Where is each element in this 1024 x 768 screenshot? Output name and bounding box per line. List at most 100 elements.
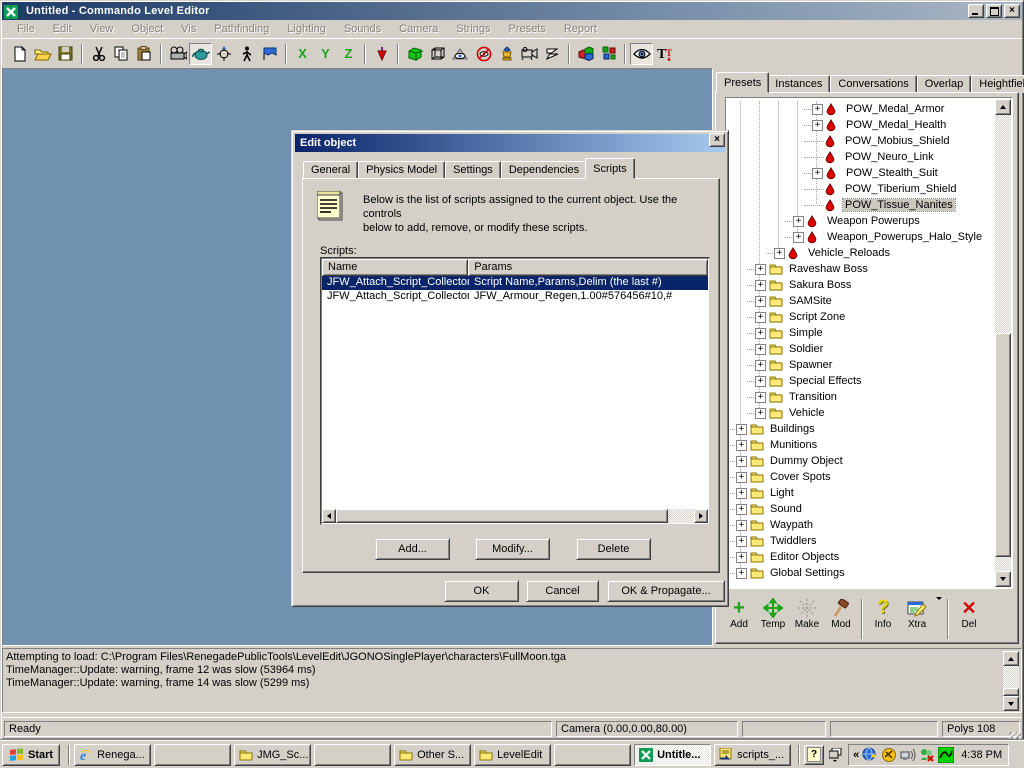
tree-item-light[interactable]: +Light <box>727 485 995 501</box>
tree-item-label[interactable]: Global Settings <box>768 567 847 579</box>
menu-vis[interactable]: Vis <box>172 21 205 37</box>
cancel-button[interactable]: Cancel <box>526 580 599 602</box>
tree-scroll-track[interactable] <box>995 115 1011 333</box>
log-scroll-down[interactable] <box>1003 696 1019 711</box>
tree-item-vehicle[interactable]: +Vehicle <box>727 405 995 421</box>
menu-edit[interactable]: Edit <box>44 21 81 37</box>
tree-item-label[interactable]: POW_Tiberium_Shield <box>843 183 958 195</box>
toolbar-polygon-button[interactable] <box>541 43 564 65</box>
minimize-button[interactable] <box>968 4 984 18</box>
tree-item-script-zone[interactable]: +Script Zone <box>727 309 995 325</box>
messenger-offline-icon[interactable] <box>919 747 935 763</box>
dialog-tab-settings[interactable]: Settings <box>445 161 501 179</box>
expand-toggle[interactable]: + <box>736 440 747 451</box>
expand-toggle[interactable]: + <box>812 120 823 131</box>
column-header-name[interactable]: Name <box>322 259 468 276</box>
toolbar-open-button[interactable] <box>31 43 54 65</box>
toolbar-save-button[interactable] <box>54 43 77 65</box>
toolbar-paste-button[interactable] <box>133 43 156 65</box>
tree-item-label[interactable]: Editor Objects <box>768 551 841 563</box>
tree-item-weapon-powerups-halo-style[interactable]: + Weapon_Powerups_Halo_Style <box>727 229 995 245</box>
preset-tree[interactable]: +POW_Medal_Armor + POW_Medal_Health POW_Mob… <box>725 97 1013 589</box>
preset-del-button[interactable]: ✕Del <box>952 597 986 630</box>
menu-report[interactable]: Report <box>555 21 606 37</box>
tree-item-label[interactable]: Buildings <box>768 423 817 435</box>
expand-toggle[interactable]: + <box>774 248 785 259</box>
column-header-params[interactable]: Params <box>468 259 708 276</box>
menu-pathfinding[interactable]: Pathfinding <box>205 21 278 37</box>
preset-xtra-button[interactable]: Xtra <box>900 597 934 630</box>
toolbar-video-camera-button[interactable] <box>518 43 541 65</box>
expand-toggle[interactable]: + <box>755 264 766 275</box>
tree-item-cover-spots[interactable]: +Cover Spots <box>727 469 995 485</box>
help-quick-button[interactable]: ? <box>804 745 824 765</box>
dialog-close-button[interactable]: × <box>709 133 725 147</box>
list-scroll-track[interactable] <box>668 509 694 523</box>
task-button-empty[interactable] <box>314 744 391 766</box>
modify-script-button[interactable]: Modify... <box>475 538 550 560</box>
expand-toggle[interactable]: + <box>755 408 766 419</box>
tree-item-label[interactable]: POW_Medal_Health <box>844 119 948 131</box>
network-activity-icon[interactable] <box>900 747 916 763</box>
expand-toggle[interactable]: + <box>793 216 804 227</box>
maximize-button[interactable] <box>986 4 1002 18</box>
tree-item-label[interactable]: Soldier <box>787 343 825 355</box>
tree-item-raveshaw-boss[interactable]: + Raveshaw Boss <box>727 261 995 277</box>
toolbar-ungroup-cubes-button[interactable] <box>597 43 620 65</box>
toolbar-axis-y-button[interactable]: Y <box>314 43 337 65</box>
tree-item-label[interactable]: POW_Neuro_Link <box>843 151 936 163</box>
tree-item-munitions[interactable]: + Munitions <box>727 437 995 453</box>
expand-toggle[interactable]: + <box>736 568 747 579</box>
tree-item-simple[interactable]: +Simple <box>727 325 995 341</box>
tree-scroll-down[interactable] <box>995 571 1011 587</box>
menu-file[interactable]: File <box>8 21 44 37</box>
expand-toggle[interactable]: + <box>793 232 804 243</box>
start-button[interactable]: Start <box>2 744 60 766</box>
expand-toggle[interactable]: + <box>736 536 747 547</box>
task-button-untitle-[interactable]: Untitle... <box>634 744 711 766</box>
tree-item-samsite[interactable]: +SAMSite <box>727 293 995 309</box>
xtra-dropdown-arrow[interactable] <box>934 597 944 600</box>
add-script-button[interactable]: Add... <box>375 538 450 560</box>
tree-item-editor-objects[interactable]: +Editor Objects <box>727 549 995 565</box>
toolbar-group-cubes-button[interactable] <box>574 43 597 65</box>
expand-toggle[interactable]: + <box>736 488 747 499</box>
tree-item-pow-stealth-suit[interactable]: + POW_Stealth_Suit <box>727 165 995 181</box>
log-scroll-track[interactable] <box>1003 666 1019 688</box>
output-log[interactable]: Attempting to load: C:\Program Files\Ren… <box>2 648 1022 713</box>
dialog-tab-physics-model[interactable]: Physics Model <box>358 161 445 179</box>
toolbar-text-label-button[interactable]: TT <box>653 43 676 65</box>
tree-item-soldier[interactable]: +Soldier <box>727 341 995 357</box>
preset-make-button[interactable]: Make <box>790 597 824 630</box>
expand-toggle[interactable]: + <box>812 168 823 179</box>
scripts-list[interactable]: NameParams JFW_Attach_Script_CollectorSc… <box>320 257 710 525</box>
ok-button[interactable]: OK <box>444 580 519 602</box>
tree-item-pow-neuro-link[interactable]: POW_Neuro_Link <box>727 149 995 165</box>
tree-item-label[interactable]: Munitions <box>768 439 819 451</box>
tree-item-label[interactable]: Sakura Boss <box>787 279 853 291</box>
tree-item-special-effects[interactable]: +Special Effects <box>727 373 995 389</box>
tree-item-label[interactable]: Weapon Powerups <box>825 215 922 227</box>
tree-item-buildings[interactable]: +Buildings <box>727 421 995 437</box>
tree-item-twiddlers[interactable]: + Twiddlers <box>727 533 995 549</box>
tree-item-label[interactable]: Spawner <box>787 359 834 371</box>
tree-item-label[interactable]: Raveshaw Boss <box>787 263 870 275</box>
tree-item-label[interactable]: POW_Mobius_Shield <box>843 135 952 147</box>
list-scroll-right[interactable] <box>694 509 708 523</box>
tree-item-pow-tissue-nanites[interactable]: POW_Tissue_Nanites <box>727 197 995 213</box>
menu-view[interactable]: View <box>81 21 123 37</box>
task-button-other-s-[interactable]: Other S... <box>394 744 471 766</box>
preset-mod-button[interactable]: Mod <box>824 597 858 630</box>
tree-item-pow-mobius-shield[interactable]: POW_Mobius_Shield <box>727 133 995 149</box>
task-button-jmg-sc-[interactable]: JMG_Sc... <box>234 744 311 766</box>
toolbar-visibility-button[interactable] <box>630 43 653 65</box>
tree-item-label[interactable]: POW_Stealth_Suit <box>844 167 940 179</box>
delete-script-button[interactable]: Delete <box>576 538 651 560</box>
tree-item-spawner[interactable]: +Spawner <box>727 357 995 373</box>
tree-item-pow-medal-armor[interactable]: +POW_Medal_Armor <box>727 101 995 117</box>
dialog-tab-dependencies[interactable]: Dependencies <box>501 161 587 179</box>
toolbar-axis-x-button[interactable]: X <box>291 43 314 65</box>
tree-item-label[interactable]: Twiddlers <box>768 535 818 547</box>
expand-toggle[interactable]: + <box>755 392 766 403</box>
tree-item-label[interactable]: Weapon_Powerups_Halo_Style <box>825 231 984 243</box>
